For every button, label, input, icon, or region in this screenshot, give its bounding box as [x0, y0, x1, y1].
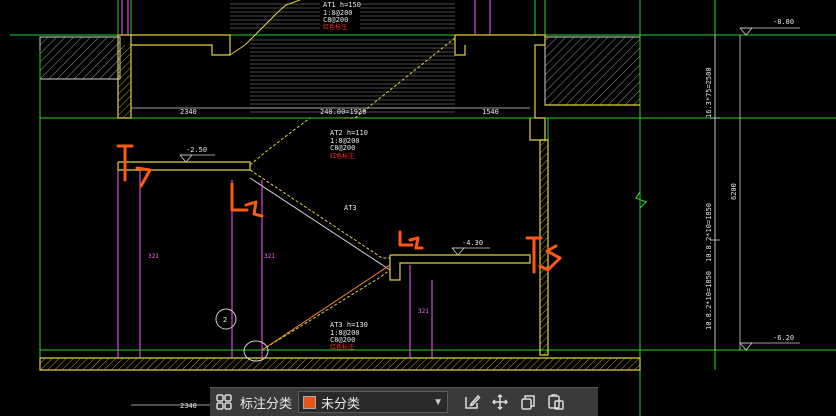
svg-text:AT1 h=150: AT1 h=150: [323, 1, 361, 9]
stair-flight-lower: [261, 264, 391, 351]
hand-l2-right: [398, 230, 424, 250]
layer-dropdown[interactable]: 未分类 ▼: [298, 391, 449, 413]
annotation-toolbar: 标注分类 未分类 ▼: [210, 387, 598, 416]
stair-label: AT3: [344, 204, 357, 212]
layer-color-swatch: [303, 395, 317, 409]
svg-text:红色标注: 红色标注: [323, 23, 347, 31]
dim-vertical-upper: 16.3*75=2500: [705, 67, 713, 118]
dim-vertical-lower: 10.8.2*10=1850: [705, 271, 713, 330]
dim-left-top: 2340: [180, 108, 197, 116]
level-landing: -4.30: [462, 239, 483, 247]
copy-icon[interactable]: [514, 388, 542, 416]
level-top: -8.80: [773, 18, 794, 26]
edit-icon[interactable]: [458, 388, 486, 416]
clear-height-2: 321: [264, 253, 275, 260]
rebar-lines: [117, 0, 491, 358]
break-line: [635, 191, 648, 209]
annotation-top: AT1 h=150 1:8@200 C8@200 红色标注: [323, 1, 361, 31]
level-mid-left: -2.50: [186, 146, 207, 154]
svg-text:AT2 h=110: AT2 h=110: [330, 129, 368, 137]
dim-vertical-mid: 10.8.2*10=1850: [705, 203, 713, 262]
cad-drawing-canvas[interactable]: 2340 240.00=1920 1540 2340 -8.80 -2.50 -…: [0, 0, 836, 416]
svg-text:C8@200: C8@200: [330, 144, 355, 152]
axis-marker-label: 2: [223, 316, 227, 324]
svg-text:C8@200: C8@200: [330, 336, 355, 344]
chevron-down-icon: ▼: [433, 396, 444, 408]
move-icon[interactable]: [486, 388, 514, 416]
svg-text:AT3 h=130: AT3 h=130: [330, 321, 368, 329]
clear-height-1: 321: [148, 253, 159, 260]
hand-l2-mid: [230, 182, 264, 218]
floor-slab-fill: [40, 358, 640, 370]
level-bottom: -6.20: [773, 334, 794, 342]
annotation-mid: AT2 h=110 1:8@200 C8@200 红色标注: [330, 129, 368, 160]
dim-vertical-total: 6200: [730, 183, 738, 200]
grid-icon[interactable]: [210, 388, 238, 416]
svg-text:红色标注: 红色标注: [330, 152, 354, 160]
clear-height-3: 321: [418, 308, 429, 315]
hand-tl-left: [116, 144, 152, 188]
dim-left-bottom: 2340: [180, 402, 197, 410]
wall-top-right: [544, 36, 641, 106]
wall-left-fill: [118, 45, 131, 118]
svg-text:C8@200: C8@200: [323, 16, 348, 24]
wall-right-fill: [540, 140, 548, 355]
dim-right-top: 1540: [482, 108, 499, 116]
paste-icon[interactable]: [542, 388, 570, 416]
handwriting-markup: [116, 144, 562, 274]
annotation-bottom: AT3 h=130 1:8@200 C8@200 红色标注: [330, 321, 368, 351]
svg-text:红色标注: 红色标注: [330, 343, 354, 351]
layer-dropdown-value: 未分类: [321, 395, 361, 411]
dim-middle-top: 240.00=1920: [320, 108, 366, 116]
wall-top-left: [39, 36, 121, 80]
category-label: 标注分类: [240, 395, 293, 411]
